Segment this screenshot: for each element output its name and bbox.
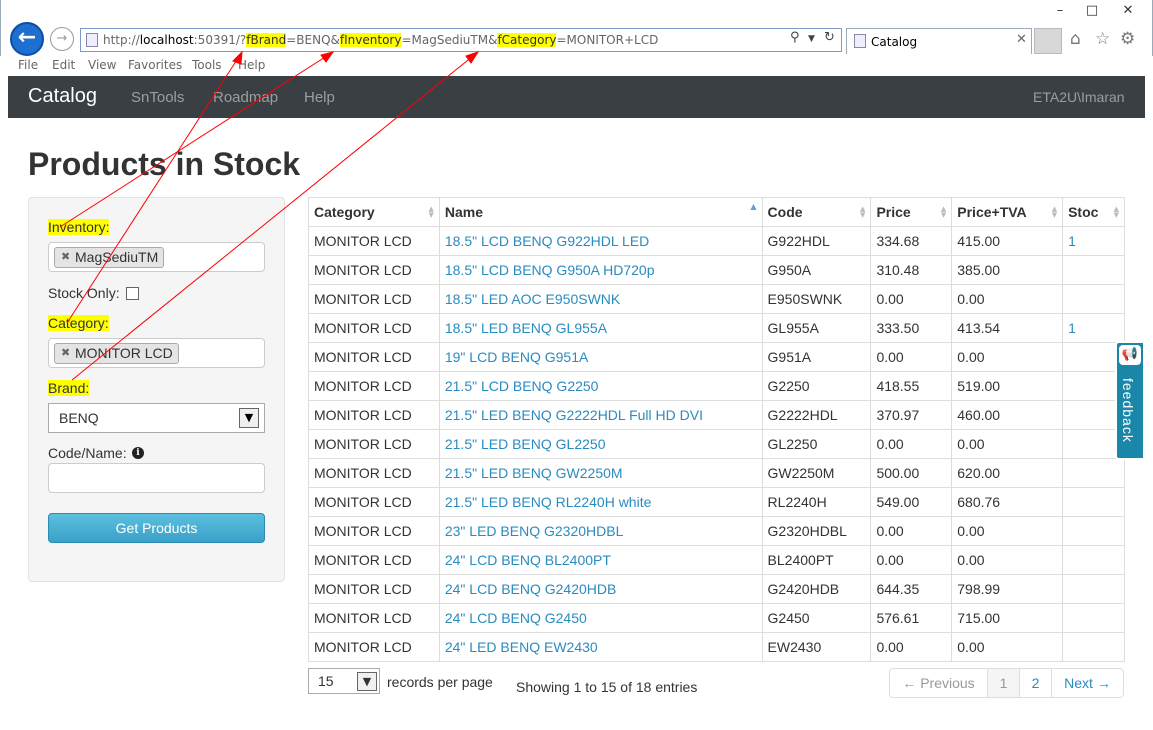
arrow-brand-to-url: [71, 51, 479, 381]
arrow-head-icon: [320, 51, 335, 63]
arrow-category-to-url: [66, 51, 243, 324]
annotation-arrows: [59, 50, 480, 381]
arrow-inventory-to-url: [59, 51, 334, 228]
arrow-head-icon: [232, 50, 243, 65]
arrow-head-icon: [465, 51, 480, 64]
